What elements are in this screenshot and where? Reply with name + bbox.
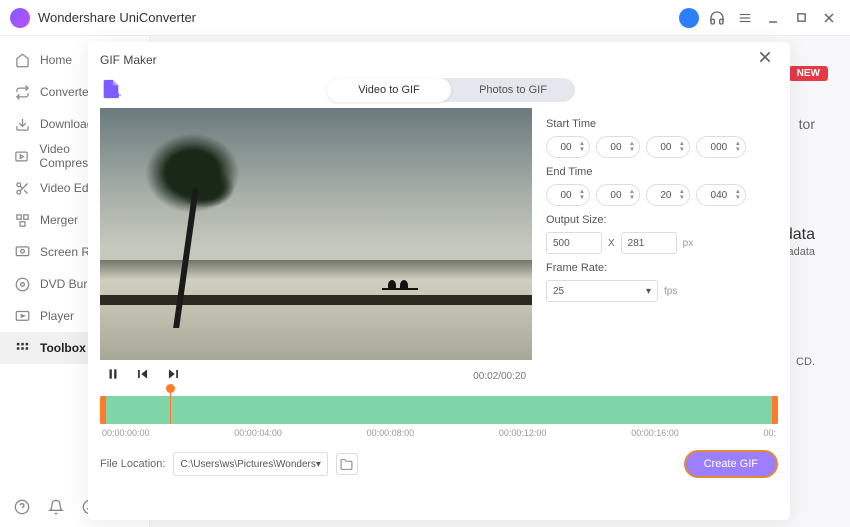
time-ruler: 00:00:00:00 00:00:04:00 00:00:08:00 00:0… (100, 424, 778, 438)
ruler-tick: 00:00:04:00 (234, 428, 282, 438)
gif-maker-modal: GIF Maker + Video to GIF Photos to GIF (88, 42, 790, 520)
sidebar-label: Toolbox (40, 341, 86, 355)
account-icon[interactable] (678, 7, 700, 29)
width-input[interactable] (546, 232, 602, 254)
convert-icon (14, 84, 30, 100)
tab-photos-to-gif[interactable]: Photos to GIF (451, 78, 575, 102)
create-gif-button[interactable]: Create GIF (684, 450, 778, 478)
start-ms-input[interactable]: ▲▼ (696, 136, 746, 158)
stepper-icon[interactable]: ▲▼ (629, 189, 635, 201)
end-ms-input[interactable]: ▲▼ (696, 184, 746, 206)
video-preview (100, 108, 532, 360)
menu-icon[interactable] (734, 7, 756, 29)
play-icon (14, 308, 30, 324)
ruler-tick: 00:00:08:00 (367, 428, 415, 438)
record-icon (14, 244, 30, 260)
timeline[interactable] (100, 396, 778, 424)
titlebar: Wondershare UniConverter (0, 0, 850, 36)
content-area: NEW tor data etadata CD. GIF Maker + Vid… (150, 36, 850, 527)
chevron-down-icon: ▾ (316, 459, 321, 470)
settings-panel: Start Time ▲▼ ▲▼ ▲▼ ▲▼ End Time ▲▼ ▲▼ ▲▼… (546, 108, 778, 388)
sidebar-label: Converter (40, 85, 93, 99)
stepper-icon[interactable]: ▲▼ (679, 141, 685, 153)
headset-icon[interactable] (706, 7, 728, 29)
end-sec-input[interactable]: ▲▼ (646, 184, 690, 206)
output-size-label: Output Size: (546, 214, 778, 226)
modal-title: GIF Maker (100, 53, 157, 67)
download-icon (14, 116, 30, 132)
end-time-label: End Time (546, 166, 778, 178)
stepper-icon[interactable]: ▲▼ (579, 141, 585, 153)
scissors-icon (14, 180, 30, 196)
sidebar-label: Player (40, 309, 74, 323)
end-min-input[interactable]: ▲▼ (596, 184, 640, 206)
chevron-down-icon: ▾ (646, 286, 651, 297)
px-unit: px (683, 238, 694, 249)
stepper-icon[interactable]: ▲▼ (629, 141, 635, 153)
tab-video-to-gif[interactable]: Video to GIF (327, 78, 451, 102)
stepper-icon[interactable]: ▲▼ (735, 141, 741, 153)
browse-folder-button[interactable] (336, 453, 358, 475)
bg-text: CD. (796, 356, 815, 368)
stepper-icon[interactable]: ▲▼ (579, 189, 585, 201)
height-input[interactable] (621, 232, 677, 254)
home-icon (14, 52, 30, 68)
close-button[interactable] (818, 7, 840, 29)
compress-icon (14, 148, 29, 164)
merge-icon (14, 212, 30, 228)
bell-icon[interactable] (48, 499, 68, 519)
pause-button[interactable] (106, 367, 124, 385)
mode-toggle: Video to GIF Photos to GIF (327, 78, 575, 102)
modal-close-button[interactable] (758, 50, 778, 70)
next-button[interactable] (166, 367, 184, 385)
file-location-label: File Location: (100, 458, 165, 470)
app-title: Wondershare UniConverter (38, 10, 196, 25)
fps-unit: fps (664, 286, 677, 297)
start-hour-input[interactable]: ▲▼ (546, 136, 590, 158)
playhead[interactable] (170, 386, 171, 424)
trim-start-handle[interactable] (100, 396, 106, 424)
ruler-tick: 00:00:16:00 (631, 428, 679, 438)
help-icon[interactable] (14, 499, 34, 519)
ruler-tick: 00:00:00:00 (102, 428, 150, 438)
bg-text: tor (799, 116, 815, 132)
minimize-button[interactable] (762, 7, 784, 29)
frame-rate-select[interactable]: 25▾ (546, 280, 658, 302)
svg-text:+: + (116, 91, 122, 100)
frame-rate-label: Frame Rate: (546, 262, 778, 274)
ruler-tick: 00:00:12:00 (499, 428, 547, 438)
sidebar-label: Merger (40, 213, 78, 227)
file-location-select[interactable]: C:\Users\ws\Pictures\Wonders▾ (173, 452, 327, 476)
time-display: 00:02/00:20 (473, 371, 526, 382)
trim-end-handle[interactable] (772, 396, 778, 424)
add-file-icon[interactable]: + (100, 78, 124, 102)
maximize-button[interactable] (790, 7, 812, 29)
start-min-input[interactable]: ▲▼ (596, 136, 640, 158)
prev-button[interactable] (136, 367, 154, 385)
end-hour-input[interactable]: ▲▼ (546, 184, 590, 206)
stepper-icon[interactable]: ▲▼ (735, 189, 741, 201)
start-sec-input[interactable]: ▲▼ (646, 136, 690, 158)
toolbox-icon (14, 340, 30, 356)
app-logo-icon (10, 8, 30, 28)
start-time-label: Start Time (546, 118, 778, 130)
disc-icon (14, 276, 30, 292)
x-separator: X (608, 238, 615, 249)
new-badge: NEW (789, 66, 828, 81)
sidebar-label: Home (40, 53, 72, 67)
ruler-tick: 00: (763, 428, 776, 438)
stepper-icon[interactable]: ▲▼ (679, 189, 685, 201)
